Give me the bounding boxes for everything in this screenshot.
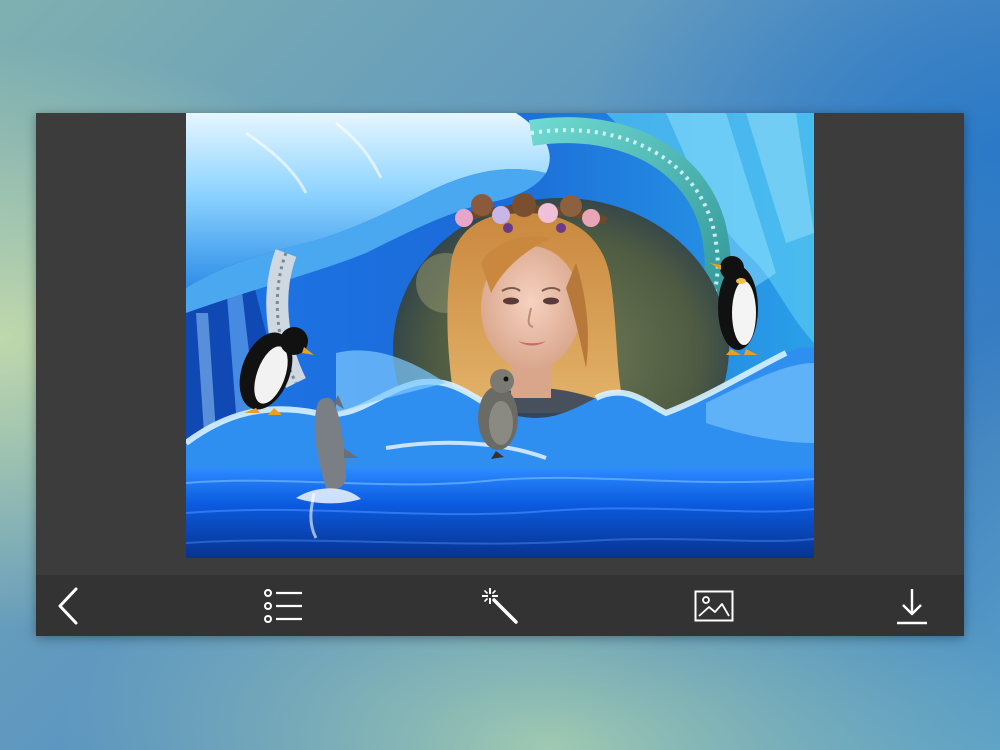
effects-button[interactable] xyxy=(470,575,530,636)
save-button[interactable] xyxy=(882,575,942,636)
download-icon xyxy=(897,588,927,624)
magic-wand-icon xyxy=(482,587,518,624)
chevron-left-icon xyxy=(58,587,78,624)
editor-panel xyxy=(36,113,964,636)
image-icon xyxy=(694,590,734,621)
back-button[interactable] xyxy=(38,575,98,636)
frames-list-button[interactable] xyxy=(254,575,314,636)
list-icon xyxy=(264,588,302,623)
frame-artwork xyxy=(186,113,814,558)
bottom-toolbar xyxy=(36,575,964,636)
photo-frame-canvas[interactable] xyxy=(186,113,814,558)
gallery-button[interactable] xyxy=(684,575,744,636)
